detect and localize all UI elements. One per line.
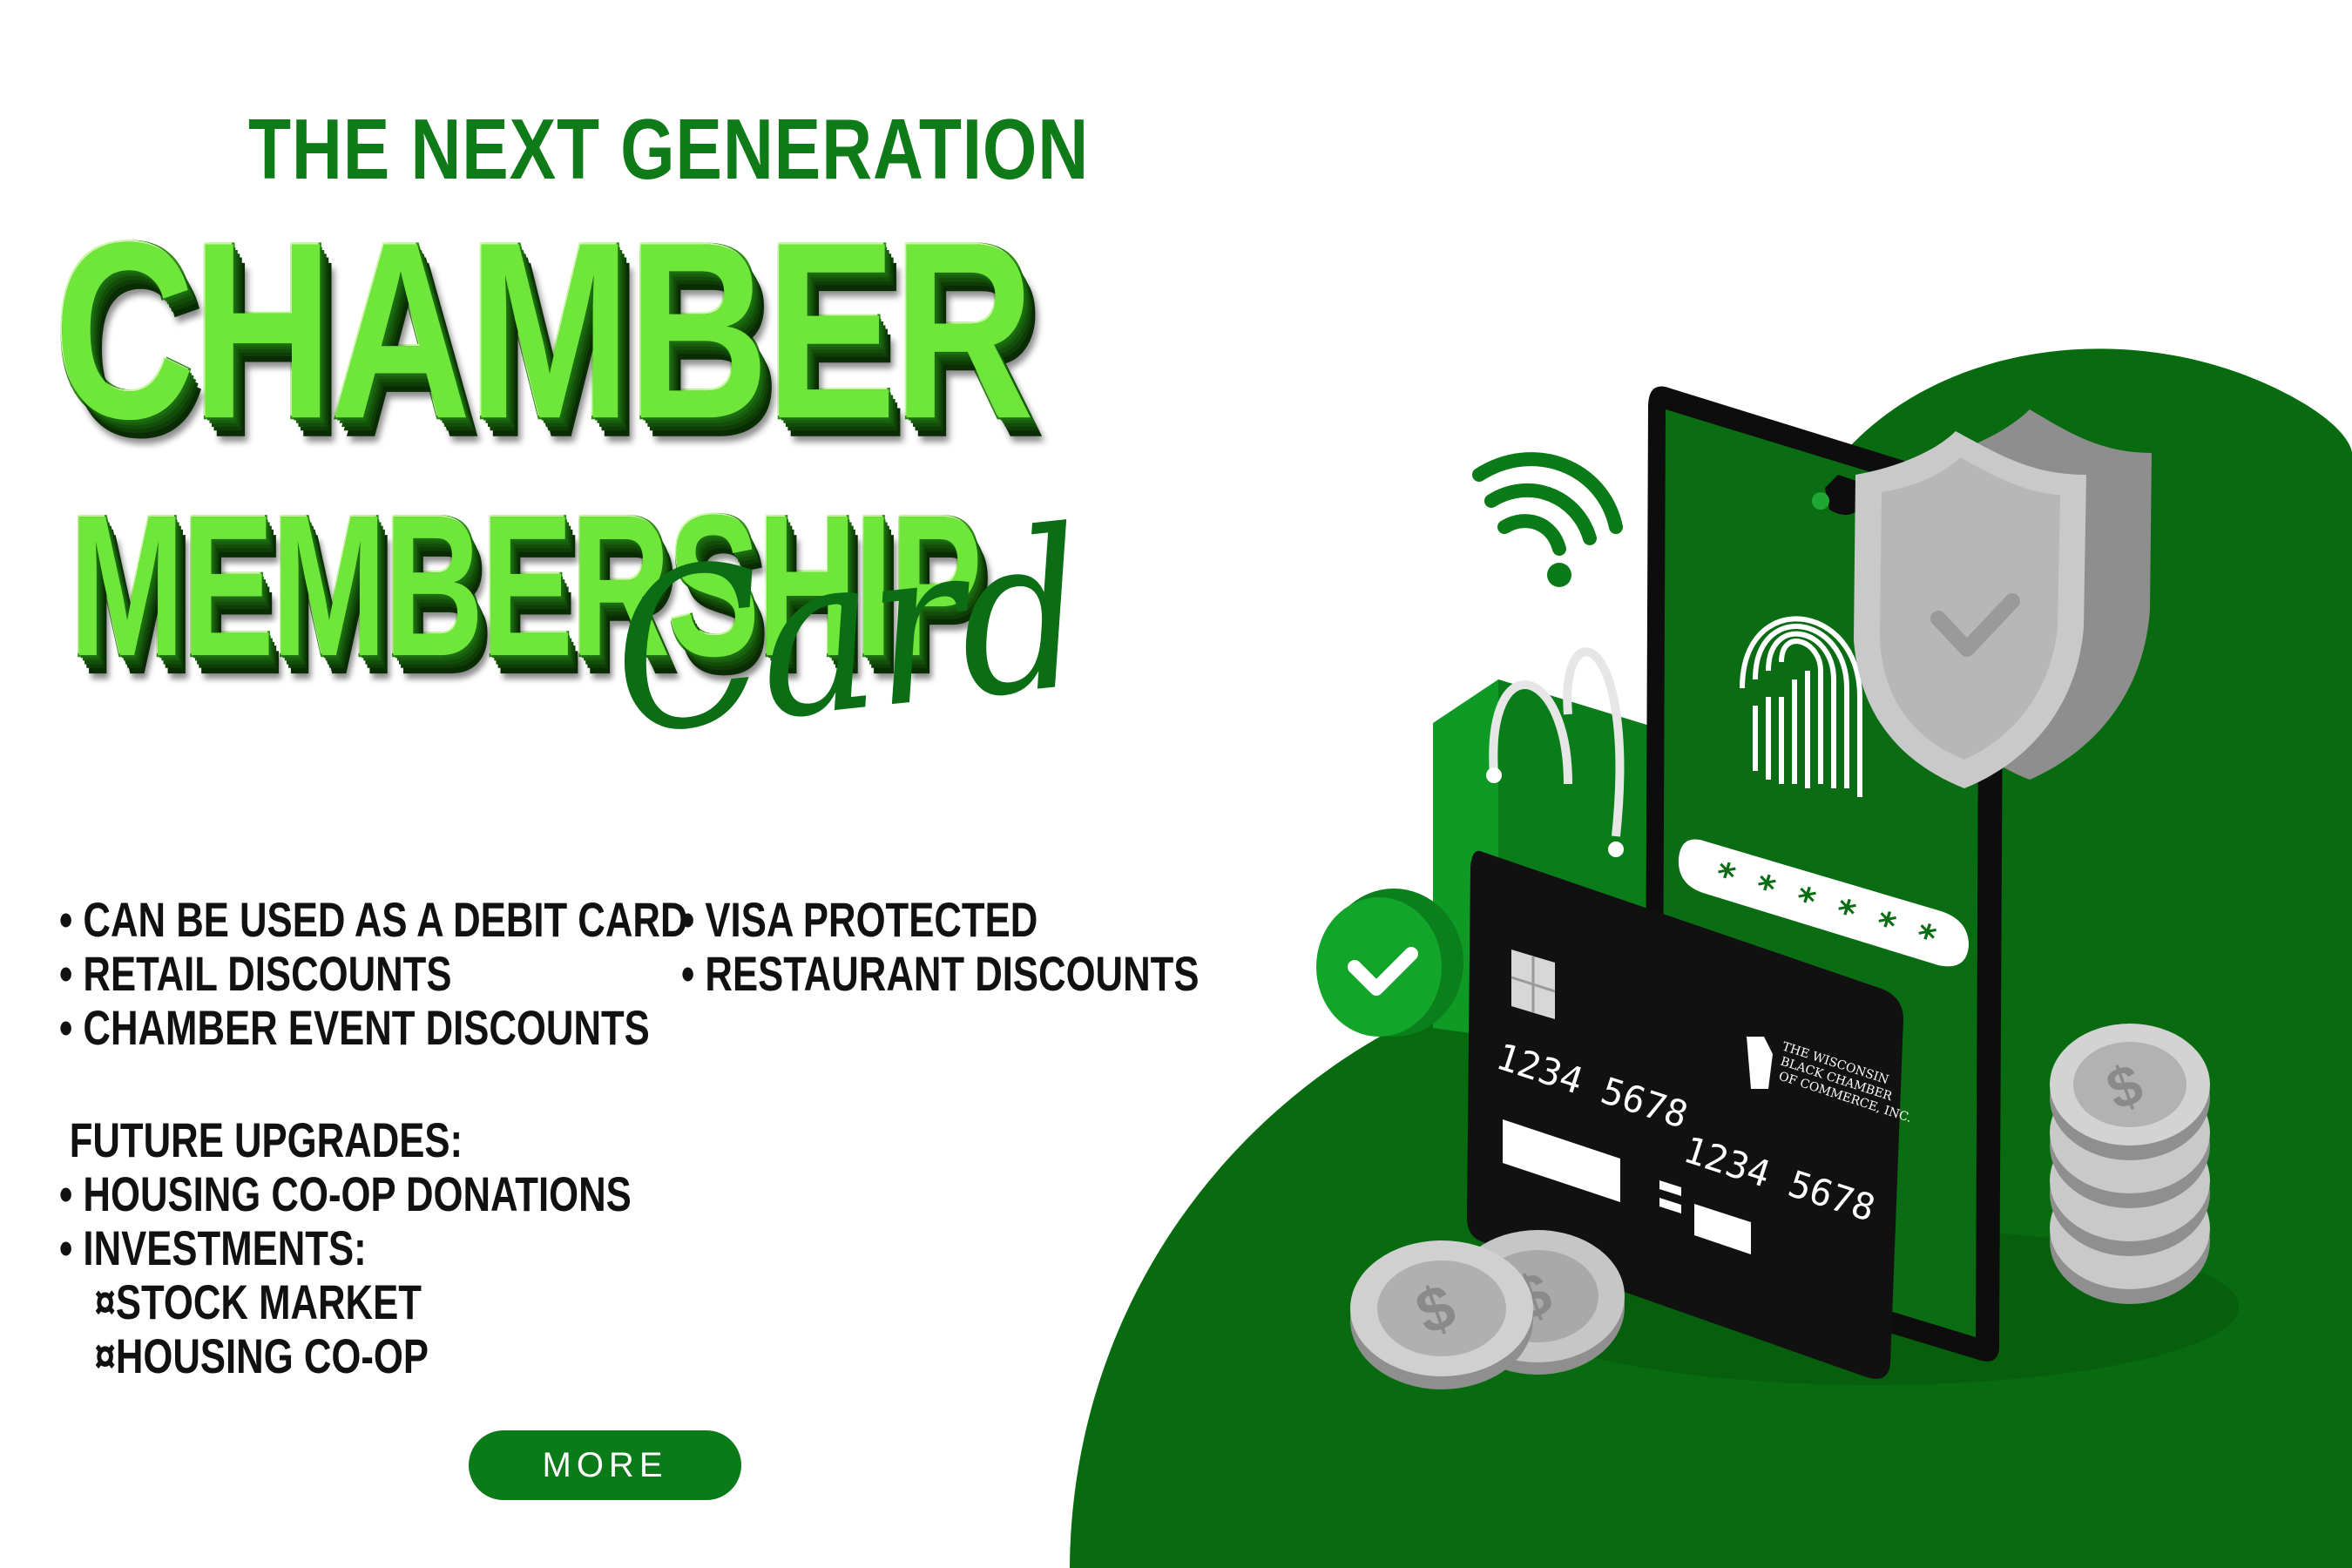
kicker-heading: THE NEXT GENERATION xyxy=(248,101,1090,197)
wifi-icon xyxy=(1472,452,1623,587)
list-item: • INVESTMENTS: xyxy=(59,1220,367,1275)
coin-stack-icon: $ xyxy=(2050,1024,2210,1304)
list-item: ¤STOCK MARKET xyxy=(94,1274,422,1329)
title-chamber: CHAMBER xyxy=(54,191,1034,472)
list-item: • CHAMBER EVENT DISCOUNTS xyxy=(59,1000,650,1055)
list-item: ¤HOUSING CO-OP xyxy=(94,1328,429,1383)
list-item: • HOUSING CO-OP DONATIONS xyxy=(59,1166,632,1221)
more-button[interactable]: MORE xyxy=(469,1430,741,1500)
list-item: • CAN BE USED AS A DEBIT CARD xyxy=(59,892,688,947)
list-item: • RESTAURANT DISCOUNTS xyxy=(681,946,1200,1001)
future-upgrades-heading: FUTURE UPGRADES: xyxy=(69,1112,463,1167)
title-script-card: Card xyxy=(601,482,1092,784)
feature-list-right: • VISA PROTECTED • RESTAURANT DISCOUNTS xyxy=(681,893,1345,1001)
future-upgrades: FUTURE UPGRADES: • HOUSING CO-OP DONATIO… xyxy=(59,1113,793,1383)
list-item: • RETAIL DISCOUNTS xyxy=(59,946,452,1001)
list-item: • VISA PROTECTED xyxy=(681,892,1038,947)
